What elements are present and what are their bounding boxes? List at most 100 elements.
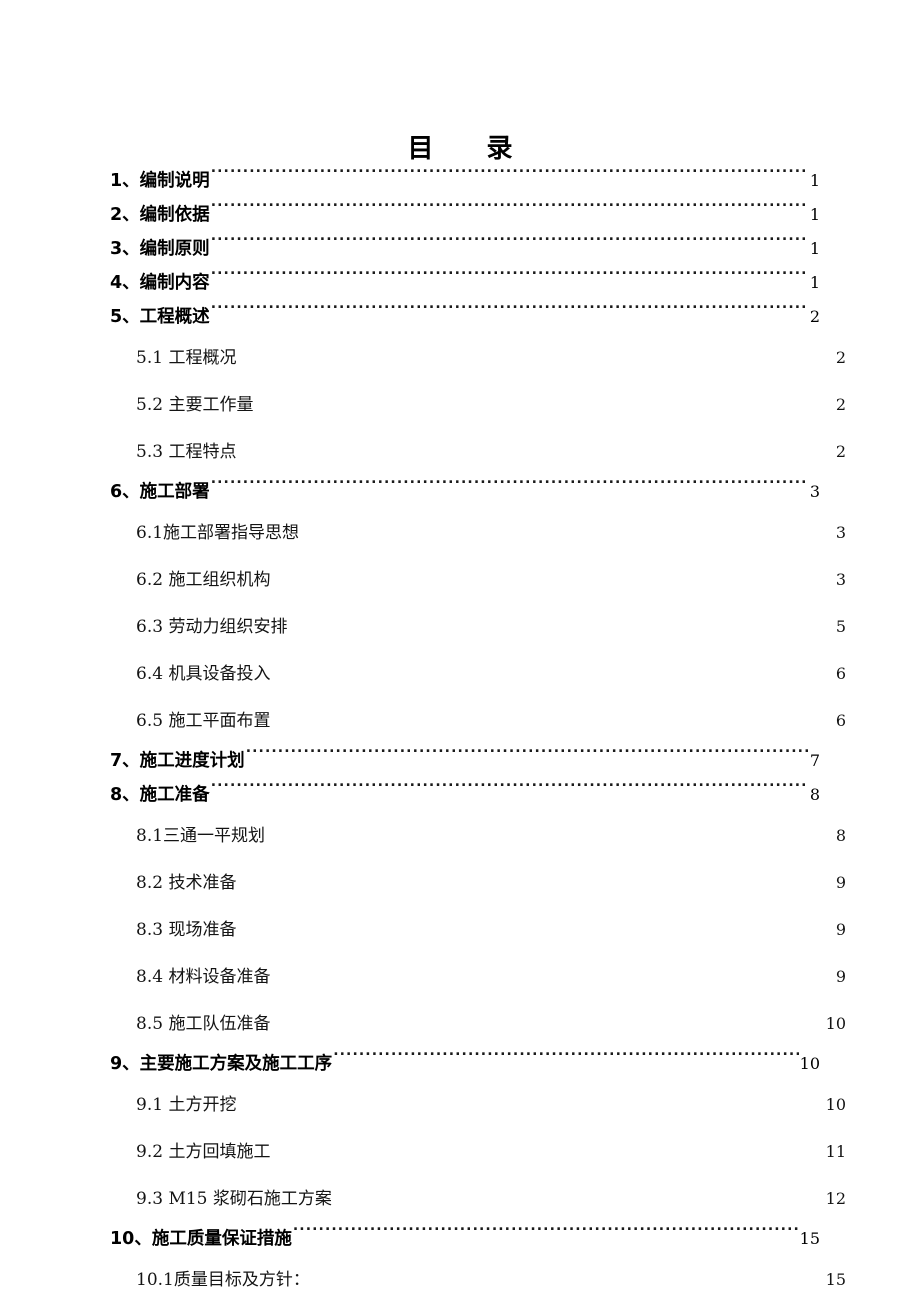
toc-entry-label: 9.1 土方开挖 xyxy=(136,1095,237,1115)
toc-entry-label: 5、工程概述 xyxy=(110,307,210,327)
toc-entry[interactable]: 1、编制说明 1 xyxy=(110,164,828,198)
toc-dot-leader xyxy=(211,480,809,498)
toc-entry[interactable]: 8.3 现场准备 9 xyxy=(110,906,916,953)
toc-page-number: 5 xyxy=(835,617,846,636)
toc-page-number: 10 xyxy=(799,1054,820,1073)
toc-entry[interactable]: 10.1质量目标及方针： 15 xyxy=(110,1256,916,1302)
toc-entry[interactable]: 8.5 施工队伍准备 10 xyxy=(110,1000,916,1047)
toc-entry[interactable]: 5.1 工程概况 2 xyxy=(110,334,916,381)
toc-dot-leader xyxy=(333,1052,798,1070)
toc-dot-leader xyxy=(246,749,809,767)
toc-dot-leader xyxy=(237,871,834,888)
toc-entry-label: 5.2 主要工作量 xyxy=(136,395,254,415)
toc-dot-leader xyxy=(237,346,834,363)
toc-entry[interactable]: 4、编制内容 1 xyxy=(110,266,828,300)
toc-dot-leader xyxy=(211,237,809,255)
toc-dot-leader xyxy=(271,662,834,679)
toc-entry-label: 8.3 现场准备 xyxy=(136,920,237,940)
toc-page-number: 8 xyxy=(809,785,820,804)
toc-entry[interactable]: 9.1 土方开挖 10 xyxy=(110,1081,916,1128)
toc-entry[interactable]: 6.2 施工组织机构 3 xyxy=(110,556,916,603)
toc-dot-leader xyxy=(271,709,834,726)
toc-page-number: 3 xyxy=(809,482,820,501)
toc-entry[interactable]: 8、施工准备 8 xyxy=(110,778,828,812)
toc-dot-leader xyxy=(271,568,834,585)
toc-dot-leader xyxy=(211,169,809,187)
toc-entry[interactable]: 6.5 施工平面布置 6 xyxy=(110,697,916,744)
toc-entry[interactable]: 9、主要施工方案及施工工序 10 xyxy=(110,1047,828,1081)
toc-entry[interactable]: 6.1施工部署指导思想 3 xyxy=(110,509,916,556)
toc-entry-label: 1、编制说明 xyxy=(110,171,210,191)
toc-entry-label: 9.2 土方回填施工 xyxy=(136,1142,271,1162)
toc-page-number: 3 xyxy=(835,523,846,542)
toc-page-number: 15 xyxy=(799,1229,820,1248)
toc-entry[interactable]: 8.1三通一平规划 8 xyxy=(110,812,916,859)
toc-page-number: 10 xyxy=(825,1095,846,1114)
toc-entry-label: 9、主要施工方案及施工工序 xyxy=(110,1054,333,1074)
toc-page-number: 9 xyxy=(835,967,846,986)
toc-dot-leader xyxy=(271,965,834,982)
toc-entry[interactable]: 8.4 材料设备准备 9 xyxy=(110,953,916,1000)
toc-dot-leader xyxy=(211,271,809,289)
toc-dot-leader xyxy=(311,1268,825,1285)
toc-page-number: 6 xyxy=(835,664,846,683)
toc-page-number: 11 xyxy=(825,1142,846,1161)
toc-dot-leader xyxy=(254,393,834,410)
toc-entry-label: 10.1质量目标及方针： xyxy=(136,1270,310,1290)
toc-page-number: 15 xyxy=(825,1270,846,1289)
toc-dot-leader xyxy=(211,203,809,221)
toc-page-number: 6 xyxy=(835,711,846,730)
toc-entry-label: 8.2 技术准备 xyxy=(136,873,237,893)
toc-entry[interactable]: 5.2 主要工作量 2 xyxy=(110,381,916,428)
toc-page-number: 9 xyxy=(835,873,846,892)
toc-entry[interactable]: 6.4 机具设备投入 6 xyxy=(110,650,916,697)
toc-entry[interactable]: 8.2 技术准备 9 xyxy=(110,859,916,906)
toc-entry[interactable]: 5、工程概述 2 xyxy=(110,300,828,334)
toc-dot-leader xyxy=(300,521,835,538)
toc-page-number: 7 xyxy=(809,751,820,770)
toc-entry[interactable]: 6.3 劳动力组织安排 5 xyxy=(110,603,916,650)
toc-entry[interactable]: 9.2 土方回填施工 11 xyxy=(110,1128,916,1175)
toc-page-number: 2 xyxy=(835,442,846,461)
toc-entry-label: 6.1施工部署指导思想 xyxy=(136,523,300,543)
toc-page-number: 1 xyxy=(809,273,820,292)
toc-entry-label: 3、编制原则 xyxy=(110,239,210,259)
toc-page-number: 2 xyxy=(835,348,846,367)
toc-entry-label: 8、施工准备 xyxy=(110,785,210,805)
toc-page-number: 10 xyxy=(825,1014,846,1033)
toc-entry-label: 2、编制依据 xyxy=(110,205,210,225)
toc-entry-label: 9.3 M15 浆砌石施工方案 xyxy=(136,1189,332,1209)
toc-entry[interactable]: 9.3 M15 浆砌石施工方案 12 xyxy=(110,1175,916,1222)
toc-page-number: 1 xyxy=(809,171,820,190)
toc-entry-label: 8.1三通一平规划 xyxy=(136,826,266,846)
toc-entry-label: 6.3 劳动力组织安排 xyxy=(136,617,288,637)
table-of-contents: 1、编制说明 1 2、编制依据 1 3、编制原则 1 4、编制内容 1 5、工程概述 2 5.1 工… xyxy=(110,164,846,1302)
toc-dot-leader xyxy=(288,615,834,632)
toc-page-number: 12 xyxy=(825,1189,846,1208)
toc-dot-leader xyxy=(237,1093,824,1110)
toc-entry[interactable]: 3、编制原则 1 xyxy=(110,232,828,266)
toc-entry-label: 4、编制内容 xyxy=(110,273,210,293)
toc-page-number: 1 xyxy=(809,239,820,258)
toc-dot-leader xyxy=(237,918,834,935)
toc-page-number: 1 xyxy=(809,205,820,224)
toc-entry[interactable]: 10、施工质量保证措施 15 xyxy=(110,1222,828,1256)
toc-entry-label: 5.3 工程特点 xyxy=(136,442,237,462)
toc-dot-leader xyxy=(266,824,835,841)
toc-page-number: 3 xyxy=(835,570,846,589)
toc-dot-leader xyxy=(271,1012,824,1029)
document-page: 目 录 1、编制说明12、编制依据13、编制原则14、编制内容15、工程概述25… xyxy=(0,0,920,1302)
toc-entry[interactable]: 7、施工进度计划 7 xyxy=(110,744,828,778)
toc-entry[interactable]: 5.3 工程特点 2 xyxy=(110,428,916,475)
toc-dot-leader xyxy=(271,1140,824,1157)
toc-entry-label: 6、施工部署 xyxy=(110,482,210,502)
toc-entry-label: 7、施工进度计划 xyxy=(110,751,245,771)
toc-entry-label: 8.5 施工队伍准备 xyxy=(136,1014,271,1034)
toc-entry-label: 10、施工质量保证措施 xyxy=(110,1229,292,1249)
toc-entry[interactable]: 2、编制依据 1 xyxy=(110,198,828,232)
toc-entry[interactable]: 6、施工部署 3 xyxy=(110,475,828,509)
toc-entry-label: 6.5 施工平面布置 xyxy=(136,711,271,731)
page-title: 目 录 xyxy=(407,134,535,164)
toc-dot-leader xyxy=(211,305,809,323)
toc-dot-leader xyxy=(293,1227,799,1245)
